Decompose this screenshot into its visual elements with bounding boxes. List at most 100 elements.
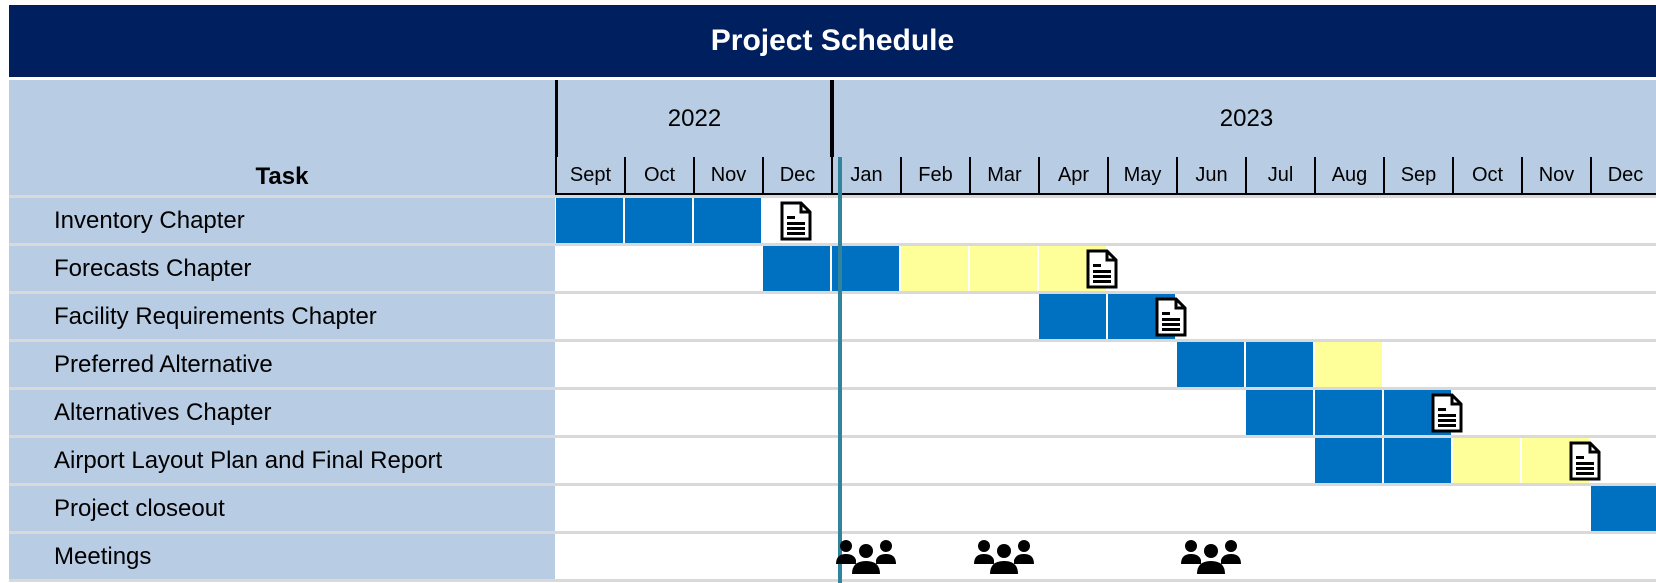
schedule-cell	[832, 342, 899, 387]
schedule-cell	[1039, 534, 1106, 579]
schedule-cell	[1039, 342, 1106, 387]
schedule-cell	[556, 246, 623, 291]
schedule-cell	[763, 342, 830, 387]
year-header: 2022	[555, 80, 831, 157]
schedule-cell	[1591, 534, 1656, 579]
task-label: Airport Layout Plan and Final Report	[9, 438, 555, 483]
month-header: Oct	[624, 157, 693, 195]
schedule-cell	[694, 438, 761, 483]
row-divider	[9, 531, 1656, 534]
month-header: Sep	[1383, 157, 1452, 195]
task-label: Preferred Alternative	[9, 342, 555, 387]
schedule-cell	[970, 390, 1037, 435]
active-period-cell	[1246, 390, 1313, 435]
schedule-cell	[556, 342, 623, 387]
schedule-cell	[832, 486, 899, 531]
schedule-cell	[625, 534, 692, 579]
schedule-cell	[970, 294, 1037, 339]
schedule-cell	[1177, 198, 1244, 243]
schedule-cell	[832, 438, 899, 483]
active-period-cell	[1246, 342, 1313, 387]
schedule-cell	[1039, 390, 1106, 435]
schedule-cell	[970, 342, 1037, 387]
document-icon	[1431, 393, 1463, 438]
schedule-cell	[1039, 198, 1106, 243]
schedule-cell	[970, 438, 1037, 483]
schedule-cell	[970, 486, 1037, 531]
schedule-cell	[901, 486, 968, 531]
schedule-cell	[1591, 390, 1656, 435]
schedule-cell	[832, 390, 899, 435]
schedule-cell	[763, 438, 830, 483]
active-period-cell	[556, 198, 623, 243]
year-header: 2023	[831, 80, 1656, 157]
schedule-cell	[1108, 246, 1175, 291]
task-label: Inventory Chapter	[9, 198, 555, 243]
active-period-cell	[1591, 486, 1656, 531]
row-divider	[9, 339, 1656, 342]
month-header: Nov	[693, 157, 762, 195]
task-label: Project closeout	[9, 486, 555, 531]
schedule-cell	[832, 294, 899, 339]
schedule-cell	[1177, 438, 1244, 483]
schedule-cell	[556, 294, 623, 339]
schedule-cell	[1384, 534, 1451, 579]
active-period-cell	[1315, 438, 1382, 483]
schedule-cell	[1384, 198, 1451, 243]
month-header: Jun	[1176, 157, 1245, 195]
active-period-cell	[1039, 294, 1106, 339]
active-period-cell	[763, 246, 830, 291]
schedule-cell	[1177, 390, 1244, 435]
schedule-cell	[970, 198, 1037, 243]
schedule-cell	[1591, 198, 1656, 243]
schedule-cell	[625, 438, 692, 483]
row-divider	[9, 195, 1656, 198]
schedule-cell	[1039, 486, 1106, 531]
schedule-cell	[1384, 486, 1451, 531]
schedule-cell	[625, 390, 692, 435]
document-icon	[1086, 249, 1118, 294]
people-group-icon	[972, 536, 1036, 581]
schedule-cell	[625, 486, 692, 531]
document-icon	[1569, 441, 1601, 486]
year-divider	[830, 80, 833, 157]
schedule-cell	[1246, 246, 1313, 291]
schedule-cell	[1453, 246, 1520, 291]
month-header: Mar	[969, 157, 1038, 195]
row-divider	[9, 483, 1656, 486]
row-divider	[9, 387, 1656, 390]
schedule-cell	[625, 294, 692, 339]
active-period-cell	[832, 246, 899, 291]
row-divider	[9, 291, 1656, 294]
active-period-cell	[1315, 390, 1382, 435]
schedule-cell	[1246, 294, 1313, 339]
schedule-cell	[901, 198, 968, 243]
document-icon	[780, 201, 812, 246]
schedule-cell	[1453, 486, 1520, 531]
row-divider	[9, 579, 1656, 582]
schedule-cell	[556, 390, 623, 435]
schedule-cell	[1453, 342, 1520, 387]
month-header: Oct	[1452, 157, 1521, 195]
schedule-cell	[901, 534, 968, 579]
schedule-cell	[1522, 246, 1589, 291]
active-period-cell	[1177, 342, 1244, 387]
schedule-cell	[1108, 390, 1175, 435]
schedule-cell	[625, 246, 692, 291]
schedule-cell	[901, 294, 968, 339]
schedule-cell	[1315, 534, 1382, 579]
review-period-cell	[970, 246, 1037, 291]
schedule-cell	[1522, 534, 1589, 579]
schedule-cell	[1522, 198, 1589, 243]
schedule-cell	[1246, 534, 1313, 579]
schedule-cell	[694, 390, 761, 435]
schedule-cell	[1522, 486, 1589, 531]
schedule-cell	[901, 438, 968, 483]
month-header: Sept	[555, 157, 624, 195]
schedule-cell	[1108, 198, 1175, 243]
schedule-cell	[763, 486, 830, 531]
current-date-line	[838, 157, 842, 583]
schedule-cell	[1108, 486, 1175, 531]
month-header: Aug	[1314, 157, 1383, 195]
month-header: Apr	[1038, 157, 1107, 195]
